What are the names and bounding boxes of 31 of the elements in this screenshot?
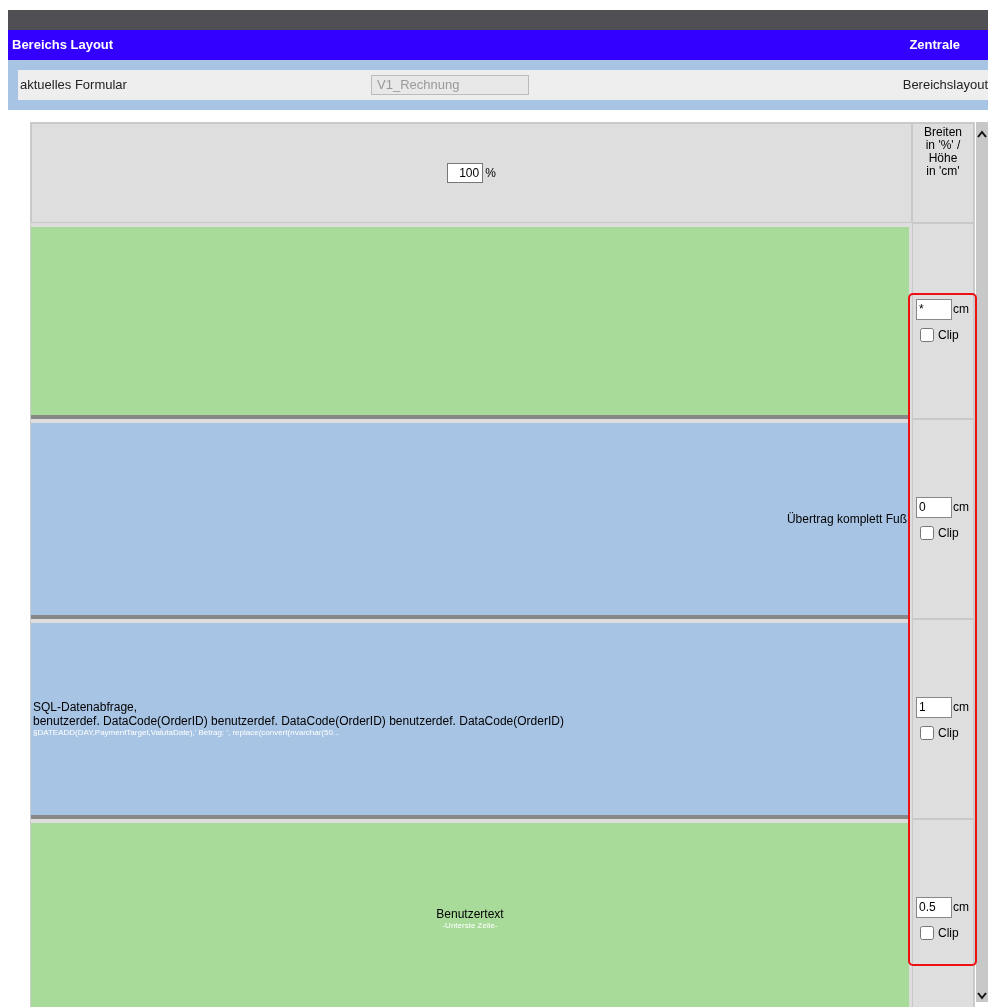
checkbox-label: Clip [938,326,959,344]
section-note: §DATEADD(DAY,PaymentTarget,ValutaDate),' Betrag: ', replace(convert(nvarchar(50... [33,728,341,738]
height-input[interactable]: 1 [916,696,952,718]
unit-label: % [485,165,496,182]
unit-label: cm [953,301,969,318]
height-input[interactable]: * [916,298,952,320]
checkbox-label: Clip [938,524,959,542]
section-label: SQL-Datenabfrage, [33,700,139,714]
width-input[interactable]: 100 [447,163,484,183]
unit-label: cm [953,699,969,716]
column-heading: Breiten in '%' / Höhe in 'cm' [923,126,963,180]
section-label: benutzerdef. DataCode(OrderID) benutzerdef. DataCode(OrderID) benutzerdef. DataCode(OrderID) [33,714,564,728]
scroll-up-icon[interactable] [977,130,987,138]
section-note: -Unterste Zeile- [441,921,499,931]
header-label: Zentrale [909,36,960,55]
scroll-down-icon[interactable] [977,992,987,1000]
form-label: aktuelles Formular [19,76,128,95]
form-label: Bereichslayout [902,76,988,95]
unit-label: cm [953,499,969,516]
section-label: Benutzertext [436,907,504,921]
unit-label: cm [953,899,969,916]
page-title: Bereichs Layout [12,36,114,55]
clip-checkbox[interactable] [920,925,934,940]
clip-checkbox[interactable] [920,525,934,540]
clip-checkbox[interactable] [920,725,934,740]
checkbox-label: Clip [938,724,959,742]
section-label: Übertrag komplett Fuß [786,512,907,526]
height-input[interactable]: 0 [916,496,952,518]
checkbox-label: Clip [938,924,959,942]
height-input[interactable]: 0.5 [916,896,952,918]
clip-checkbox[interactable] [920,327,934,342]
